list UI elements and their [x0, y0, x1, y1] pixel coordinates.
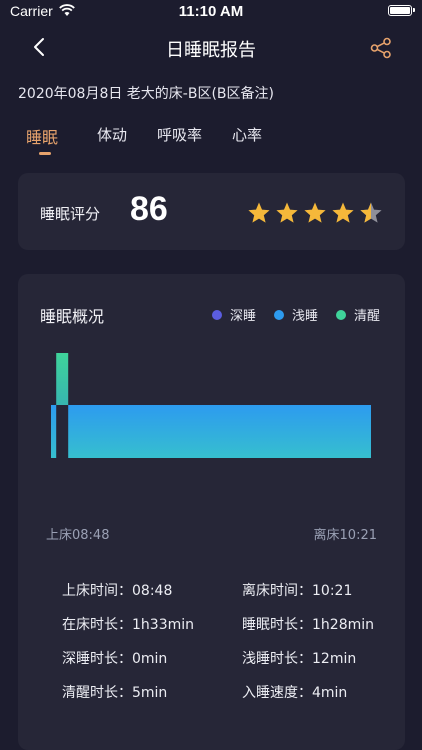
navigation-bar: 日睡眠报告 — [0, 26, 422, 70]
light-sleep-bar — [68, 405, 371, 458]
tab-heart-rate[interactable]: 心率 — [232, 124, 262, 145]
share-icon[interactable] — [370, 37, 392, 59]
stat-light-duration: 浅睡时长：12min — [242, 648, 356, 668]
stat-value: 4min — [312, 685, 348, 701]
status-bar: Carrier 11:10 AM — [0, 0, 422, 26]
stat-label: 上床时间： — [62, 583, 132, 599]
tab-respiration[interactable]: 呼吸率 — [157, 124, 202, 145]
stat-label: 睡眠时长： — [242, 617, 312, 633]
report-subtitle: 2020年08月8日 老大的床-B区(B区备注) — [18, 86, 274, 102]
light-sleep-bar — [51, 405, 57, 458]
stat-sleep-duration: 睡眠时长：1h28min — [242, 614, 374, 634]
star-filled-icon — [304, 202, 326, 223]
stat-value: 1h33min — [132, 617, 194, 633]
star-filled-icon — [332, 202, 354, 223]
sleep-score-card: 睡眠评分 86 — [18, 173, 405, 250]
stat-value: 12min — [312, 651, 357, 667]
stat-in-bed-duration: 在床时长：1h33min — [62, 614, 194, 634]
sleep-stage-chart — [51, 353, 371, 458]
sleep-overview-card: 睡眠概况 深睡 浅睡 清醒 上床08:48 离床10:21 上床时间：08:48… — [18, 274, 405, 750]
star-rating — [247, 201, 383, 225]
stat-leave-time: 离床时间：10:21 — [242, 580, 352, 600]
tab-sleep[interactable]: 睡眠 — [26, 124, 58, 148]
stat-label: 深睡时长： — [62, 651, 132, 667]
chart-end-time: 离床10:21 — [313, 528, 377, 543]
stat-label: 入睡速度： — [242, 685, 312, 701]
awake-bar — [56, 353, 69, 405]
tab-movement[interactable]: 体动 — [97, 124, 127, 145]
stat-label: 离床时间： — [242, 583, 312, 599]
stat-value: 0min — [132, 651, 168, 667]
star-half-icon — [360, 202, 382, 223]
stat-value: 10:21 — [312, 583, 353, 599]
stat-label: 在床时长： — [62, 617, 132, 633]
stat-value: 1h28min — [312, 617, 374, 633]
stat-bed-time: 上床时间：08:48 — [62, 580, 172, 600]
stat-value: 08:48 — [132, 583, 173, 599]
stat-label: 清醒时长： — [62, 685, 132, 701]
tab-bar: 睡眠 体动 呼吸率 心率 — [0, 120, 422, 160]
chart-start-time: 上床08:48 — [46, 528, 110, 543]
status-time: 11:10 AM — [178, 3, 244, 20]
star-filled-icon — [276, 202, 298, 223]
sleep-score-label: 睡眠评分 — [40, 205, 101, 223]
sleep-score-value: 86 — [130, 190, 168, 228]
star-filled-icon — [248, 202, 270, 223]
stat-awake-duration: 清醒时长：5min — [62, 682, 167, 702]
stat-label: 浅睡时长： — [242, 651, 312, 667]
stat-sleep-latency: 入睡速度：4min — [242, 682, 347, 702]
tab-indicator — [39, 152, 51, 155]
stat-value: 5min — [132, 685, 168, 701]
stat-deep-duration: 深睡时长：0min — [62, 648, 167, 668]
battery-icon — [388, 5, 415, 16]
page-title: 日睡眠报告 — [166, 40, 256, 61]
